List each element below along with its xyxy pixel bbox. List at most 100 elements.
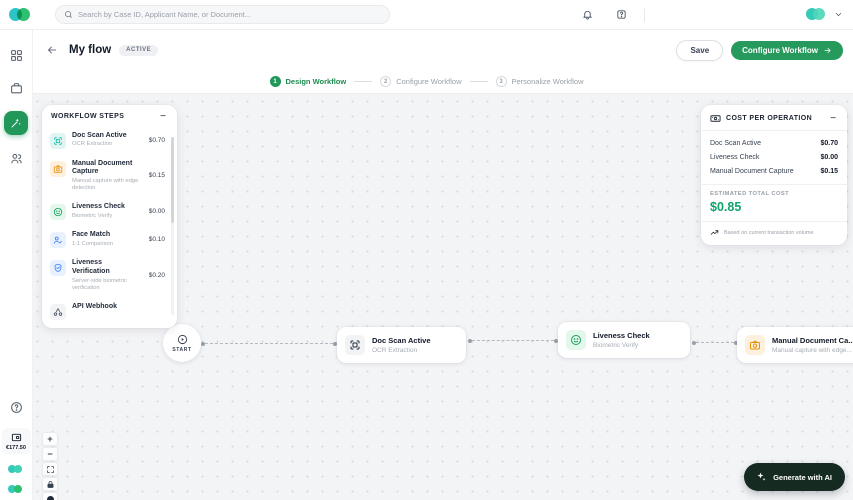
lock-button[interactable] [42,477,58,491]
fit-view-button[interactable] [42,462,58,476]
step-number: 1 [269,76,281,87]
user-avatar[interactable] [806,8,828,21]
sidebar-item-workflow-builder[interactable] [4,111,28,135]
edge-start-docscan [201,341,337,346]
footer-logo-green[interactable] [8,485,24,494]
item-subtitle: 1:1 Comparison [72,241,113,248]
arrow-left-icon [48,46,56,54]
save-button[interactable]: Save [676,39,724,61]
list-item-doc-scan[interactable]: Doc Scan Active OCR Extraction $0.70 [48,126,167,154]
topbar [0,0,853,30]
sidebar-help-button[interactable] [6,397,26,417]
cost-rows: Doc Scan Active $0.70 Liveness Check $0.… [701,131,847,180]
estimated-total-value: $0.85 [710,200,742,214]
item-title: Manual Document Capture [72,159,133,176]
status-badge: ACTIVE [119,44,159,56]
item-price: $0.70 [148,136,165,144]
node-subtitle: Biometric Verify [593,341,639,349]
cost-row-value: $0.15 [820,167,838,175]
notifications-button[interactable] [578,6,596,24]
generate-with-ai-label: Generate with AI [773,472,832,482]
cost-row-label: Doc Scan Active [710,139,761,147]
table-row: Manual Document Capture $0.15 [710,164,838,178]
shield-check-icon [50,260,66,277]
users-icon [10,153,22,163]
cost-row-value: $0.70 [820,139,838,147]
start-node-label: START [172,346,192,353]
list-item-face-match[interactable]: Face Match 1:1 Comparison $0.10 [48,226,167,254]
left-sidebar: €177.50 [0,30,33,500]
sidebar-item-cases[interactable] [6,78,26,98]
cost-per-operation-panel: COST PER OPERATION − Doc Scan Active $0.… [701,105,847,245]
collapse-panel-button[interactable]: − [828,113,838,123]
cost-footnote: Based on current transaction volume [724,229,814,236]
help-square-icon [616,10,626,19]
account-menu-button[interactable] [834,10,843,19]
list-item-liveness-verification[interactable]: Liveness Verification Server-side biomet… [48,254,167,298]
workflow-steps-title: WORKFLOW STEPS [51,113,125,120]
item-title: Face Match [72,231,111,239]
search-input[interactable] [78,10,381,19]
start-node[interactable]: START [163,324,201,362]
cost-panel-title: COST PER OPERATION [726,115,813,122]
edge-docscan-liveness [468,338,558,343]
wallet-balance-widget[interactable]: €177.50 [1,428,31,454]
canvas-controls: + − [42,432,58,500]
item-title: Liveness Verification [72,259,110,276]
workflow-steps-list: Doc Scan Active OCR Extraction $0.70 Man… [42,125,177,326]
chevron-down-icon [835,13,842,16]
item-title: Doc Scan Active [72,131,127,139]
smiley-icon [566,330,586,350]
minimap-toggle-button[interactable] [42,492,58,500]
webhook-icon [50,304,66,321]
node-manual-document[interactable]: Manual Document Ca... Manual capture wit… [737,327,853,363]
sidebar-item-users[interactable] [6,148,26,168]
zoom-out-button[interactable]: − [42,447,58,461]
node-doc-scan[interactable]: Doc Scan Active OCR Extraction [337,327,466,363]
table-row: Doc Scan Active $0.70 [710,136,838,150]
workflow-steps-panel: WORKFLOW STEPS − Doc Scan Active OCR Ext… [42,105,177,328]
magic-wand-icon [11,118,21,128]
collapse-panel-button[interactable]: − [158,111,168,121]
cost-row-label: Liveness Check [710,153,760,161]
list-item-liveness-check[interactable]: Liveness Check Biometric Verify $0.00 [48,198,167,226]
wallet-icon [11,433,21,442]
scrollbar-thumb[interactable] [171,137,174,223]
list-item-manual-capture[interactable]: Manual Document Capture Manual capture w… [48,154,167,198]
list-item-api-webhook[interactable]: API Webhook [48,298,167,326]
edge-liveness-manual [692,340,738,345]
footer-logo-teal[interactable] [8,465,24,474]
step-label: Personalize Workflow [511,77,584,86]
back-button[interactable] [46,42,62,58]
logo-dot-green [17,7,30,21]
cost-row-label: Manual Document Capture [710,167,794,175]
item-price: $0.20 [148,272,165,280]
play-circle-icon [177,334,187,344]
cost-row-value: $0.00 [820,153,838,161]
dot-icon [46,495,54,500]
node-title: Liveness Check [593,331,650,341]
help-button[interactable] [612,6,630,24]
stepper-step-configure[interactable]: 2 Configure Workflow [380,76,462,87]
step-label: Configure Workflow [396,77,462,86]
workflow-canvas[interactable]: START Doc Scan Active OCR Extraction Liv… [0,94,853,500]
briefcase-icon [10,82,22,93]
camera-icon [50,160,66,177]
stepper-connector [469,81,488,82]
node-liveness-check[interactable]: Liveness Check Biometric Verify [558,322,690,358]
sparkles-icon [757,472,766,481]
step-label: Design Workflow [285,77,347,86]
configure-workflow-button[interactable]: Configure Workflow [731,40,843,60]
generate-with-ai-button[interactable]: Generate with AI [744,463,845,491]
app-logo[interactable] [9,7,33,22]
stepper-step-personalize[interactable]: 3 Personalize Workflow [495,76,584,87]
stepper-step-design[interactable]: 1 Design Workflow [269,76,347,87]
node-title: Manual Document Ca... [772,336,853,346]
search-bar[interactable] [55,5,390,24]
sidebar-item-dashboard[interactable] [6,45,26,65]
item-title: API Webhook [72,303,117,311]
item-title: Liveness Check [72,203,125,211]
zoom-in-button[interactable]: + [42,432,58,446]
estimated-total-label: ESTIMATED TOTAL COST [710,191,790,197]
table-row: Liveness Check $0.00 [710,150,838,164]
